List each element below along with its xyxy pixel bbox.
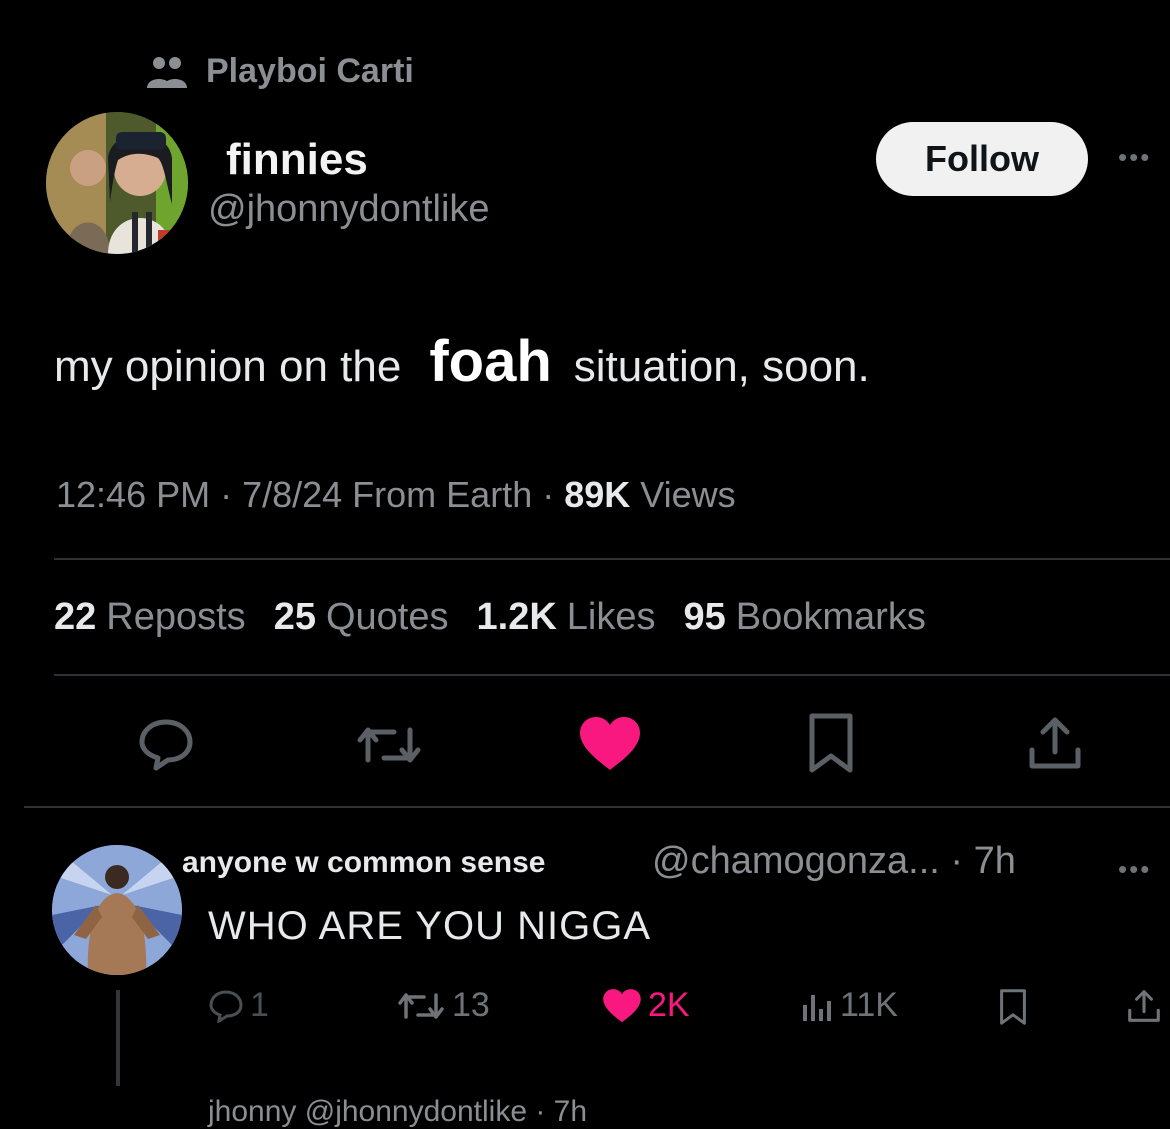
community-label[interactable]: Playboi Carti: [146, 52, 414, 91]
reply-count: 1: [250, 986, 269, 1024]
share-icon[interactable]: [1026, 714, 1084, 772]
quotes-stat[interactable]: 25 Quotes: [274, 596, 449, 639]
likes-count: 1.2K: [476, 596, 557, 638]
likes-label: Likes: [566, 596, 656, 638]
share-icon[interactable]: [1126, 988, 1162, 1024]
divider: [54, 558, 1170, 560]
follow-button[interactable]: Follow: [876, 122, 1088, 196]
repost-icon[interactable]: [354, 720, 424, 770]
community-icon: [147, 56, 187, 88]
tweet-timestamp[interactable]: 12:46 PM · 7/8/24 From Earth ·: [56, 474, 564, 515]
engagement-stats: 22 Reposts 25 Quotes 1.2K Likes 95 Bookmarks: [54, 596, 926, 639]
reposts-stat[interactable]: 22 Reposts: [54, 596, 246, 639]
likes-stat[interactable]: 1.2K Likes: [477, 596, 656, 639]
divider: [54, 674, 1170, 676]
avatar[interactable]: [46, 112, 188, 254]
tweet-meta: 12:46 PM · 7/8/24 From Earth · 89K Views: [56, 474, 736, 516]
bookmarks-count: 95: [683, 596, 726, 638]
like-count: 2K: [648, 986, 690, 1024]
views-count: 11K: [840, 986, 898, 1024]
reply-handle-time[interactable]: @chamogonza... · 7h: [652, 840, 1016, 883]
bookmark-icon[interactable]: [998, 988, 1028, 1026]
repost-icon: [398, 992, 444, 1019]
reply-repost-button[interactable]: 13: [396, 986, 490, 1025]
reply-icon: [209, 989, 243, 1023]
views-label: Views: [630, 474, 736, 515]
reply-reply-button[interactable]: 1: [208, 986, 269, 1025]
reposts-label: Reposts: [106, 596, 246, 638]
reply-views-button[interactable]: 11K: [800, 986, 898, 1025]
reply-avatar[interactable]: [52, 845, 182, 975]
bookmark-icon[interactable]: [806, 712, 856, 774]
bookmarks-label: Bookmarks: [735, 596, 926, 638]
heart-icon: [603, 988, 641, 1022]
next-reply-header[interactable]: jhonny @jhonnydontlike · 7h: [208, 1095, 587, 1129]
reply-avatar-photo: [52, 845, 182, 975]
reply-like-button[interactable]: 2K: [602, 986, 690, 1025]
reply-icon[interactable]: [136, 716, 196, 772]
tweet-text: my opinion on the foah situation, soon.: [54, 328, 870, 395]
views-icon: [803, 994, 831, 1021]
community-name: Playboi Carti: [206, 52, 414, 90]
reply-more-options-icon[interactable]: •••: [1118, 854, 1151, 885]
quotes-count: 25: [273, 596, 316, 638]
views-count: 89K: [564, 474, 631, 515]
repost-count: 13: [452, 986, 490, 1024]
tweet-text-start: my opinion on the: [54, 342, 402, 391]
tweet-text-end: situation, soon.: [573, 342, 870, 391]
tweet-text-overlay: foah: [429, 329, 552, 394]
reply-display-name[interactable]: anyone w common sense: [182, 846, 545, 880]
reposts-count: 22: [54, 596, 97, 638]
divider: [24, 806, 1170, 808]
bookmarks-stat[interactable]: 95 Bookmarks: [684, 596, 926, 639]
display-name[interactable]: finnies: [226, 135, 368, 185]
thread-line: [116, 990, 120, 1086]
more-options-icon[interactable]: •••: [1118, 142, 1151, 173]
heart-icon[interactable]: [578, 716, 642, 772]
avatar-photo: [46, 112, 188, 254]
quotes-label: Quotes: [325, 596, 449, 638]
reply-text: WHO ARE YOU NIGGA: [208, 904, 651, 948]
user-handle[interactable]: @jhonnydontlike: [208, 188, 490, 231]
